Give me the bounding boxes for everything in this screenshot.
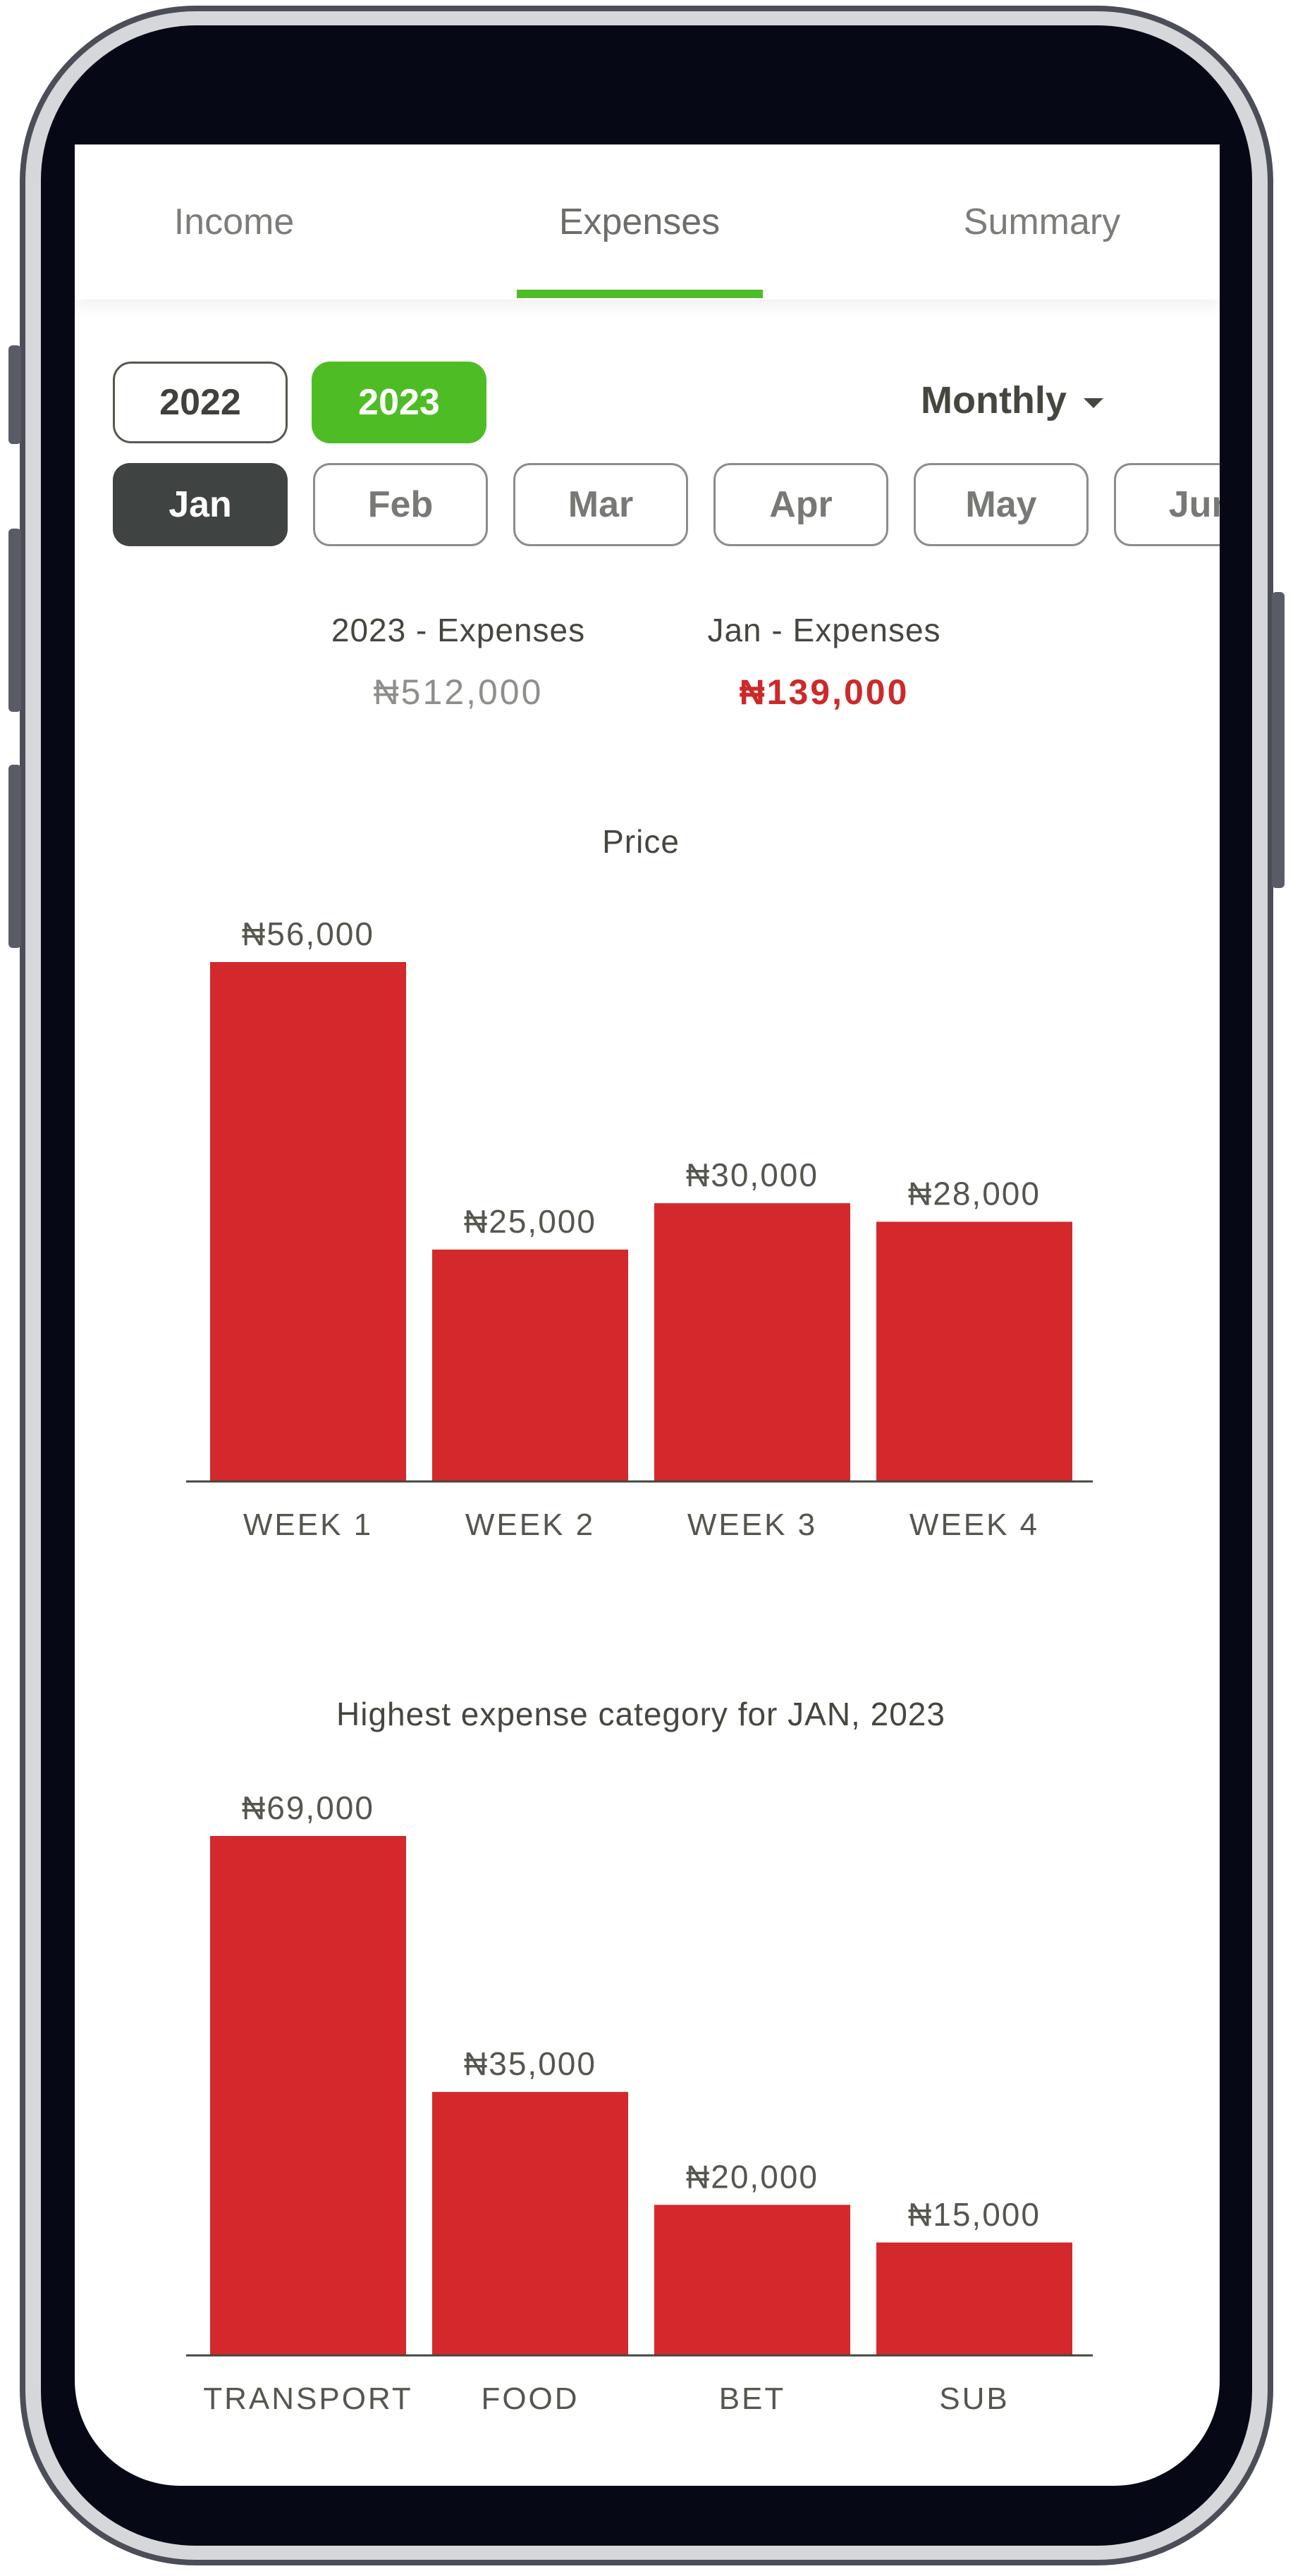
chart-bar — [210, 1836, 406, 2355]
active-tab-indicator — [517, 290, 763, 298]
year-expenses-label: 2023 - Expenses — [331, 612, 586, 648]
side-button — [8, 529, 21, 712]
x-axis-tick-label: SUB — [939, 2381, 1009, 2416]
bar-value-label: ₦35,000 — [464, 2045, 596, 2082]
tab-expenses[interactable]: Expenses — [559, 201, 720, 243]
chart-bar — [876, 1221, 1072, 1481]
weekly-expenses-chart: ₦56,000 WEEK 1 ₦25,000 WEEK 2 ₦30,000 WEEK 3 ₦… — [186, 916, 1093, 1542]
x-axis-tick-label: TRANSPORT — [203, 2381, 413, 2416]
x-axis-tick-label: WEEK 4 — [909, 1508, 1039, 1542]
bar-value-label: ₦15,000 — [908, 2196, 1041, 2233]
bar-value-label: ₦30,000 — [686, 1157, 819, 1193]
month-expenses-value: ₦139,000 — [739, 672, 909, 712]
chart-bar — [432, 2092, 628, 2355]
year-expenses-value: ₦512,000 — [373, 672, 544, 712]
month-apr-button[interactable]: Apr — [713, 463, 888, 546]
x-axis-tick-label: BET — [719, 2381, 786, 2416]
top-tab-bar: Income Expenses Summary — [75, 144, 1220, 300]
chart-bar — [654, 2205, 850, 2355]
side-button — [8, 765, 21, 948]
x-axis-tick-label: WEEK 1 — [243, 1508, 373, 1542]
chart-bar — [210, 962, 406, 1481]
weekly-chart-title: Price — [602, 823, 680, 860]
chart-bar — [876, 2242, 1072, 2355]
side-button — [8, 345, 21, 444]
month-jun-button[interactable]: Jun — [1114, 463, 1220, 546]
chart-bar — [654, 1203, 850, 1481]
period-dropdown[interactable]: Monthly — [921, 378, 1103, 422]
category-chart-title: Highest expense category for JAN, 2023 — [336, 1696, 945, 1732]
bar-value-label: ₦56,000 — [242, 916, 374, 952]
app-screen: Income Expenses Summary 2022 2023 Monthl… — [75, 144, 1220, 2486]
category-expenses-chart: ₦69,000 TRANSPORT ₦35,000 FOOD ₦20,000 BET ₦15… — [186, 1789, 1093, 2416]
caret-down-icon — [1083, 398, 1103, 408]
x-axis-tick-label: FOOD — [481, 2381, 579, 2416]
side-button — [1272, 592, 1285, 888]
tab-summary[interactable]: Summary — [964, 201, 1120, 243]
period-dropdown-label: Monthly — [921, 379, 1067, 421]
x-axis-tick-label: WEEK 2 — [465, 1508, 595, 1542]
chart-bar — [432, 1249, 628, 1481]
bar-value-label: ₦25,000 — [464, 1203, 596, 1240]
bar-value-label: ₦20,000 — [686, 2158, 819, 2195]
tab-income[interactable]: Income — [174, 201, 295, 243]
month-selector: Jan Feb Mar Apr May Jun — [113, 463, 1220, 548]
year-2022-button[interactable]: 2022 — [113, 362, 288, 443]
month-expenses-label: Jan - Expenses — [707, 612, 941, 648]
bar-value-label: ₦69,000 — [242, 1789, 374, 1826]
month-feb-button[interactable]: Feb — [313, 463, 488, 546]
x-axis-tick-label: WEEK 3 — [687, 1508, 817, 1542]
month-jan-button[interactable]: Jan — [113, 463, 288, 546]
month-mar-button[interactable]: Mar — [513, 463, 688, 546]
year-2023-button[interactable]: 2023 — [312, 362, 486, 443]
bar-value-label: ₦28,000 — [908, 1176, 1041, 1212]
month-may-button[interactable]: May — [914, 463, 1089, 546]
